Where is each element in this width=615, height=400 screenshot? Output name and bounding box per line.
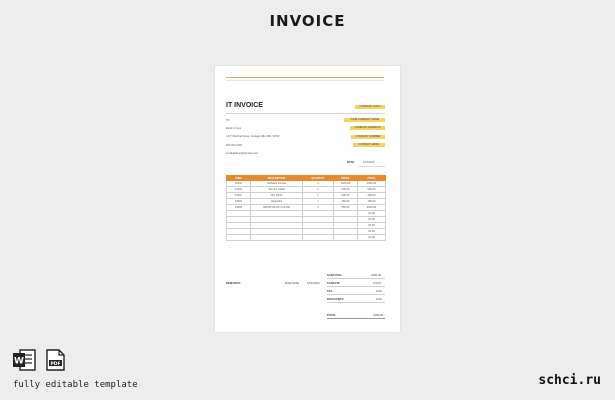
discount-rule [327, 302, 385, 303]
due-date-label: DUE DATE [285, 281, 299, 285]
editable-caption: fully editable template [13, 380, 138, 390]
date-underline [359, 166, 385, 167]
table-cell [250, 234, 303, 241]
subtotal-label: SUBTOTAL [327, 273, 342, 277]
subtotal-value: 4150.00 [371, 273, 382, 277]
due-date-value: 1/01/2020 [307, 281, 320, 285]
taxrate-value: 0.00% [373, 281, 381, 285]
company-logo-placeholder: COMPANY LOGO [355, 105, 385, 110]
tax-label: TAX [327, 289, 333, 293]
date-label: DATE: [347, 161, 355, 164]
total-rule [327, 318, 385, 319]
tax-value: 0.00 [376, 289, 382, 293]
client-address: 1377 Marshal Street, Cottage Hills, MO, … [226, 135, 280, 138]
company-email-field: COMPANY EMAIL [353, 143, 385, 148]
to-label: TO: [226, 119, 231, 122]
client-email: emailaddress@domain.com [226, 152, 259, 155]
table-cell [226, 234, 251, 241]
subtotal-rule [327, 278, 385, 279]
header-rule [226, 80, 384, 81]
discount-value: 0.00 [376, 297, 382, 301]
total-value: 4150.00 [373, 313, 384, 317]
brand-watermark: schci.ru [538, 373, 601, 388]
table-row: 00.00 [226, 234, 386, 241]
pdf-document-icon: PDF [46, 349, 65, 371]
company-number-field: COMPANY NUMBER [351, 135, 385, 140]
invoice-title: IT INVOICE [226, 102, 263, 109]
company-address-field: COMPANY ADDRESS [350, 126, 385, 131]
word-icon-letter: W [14, 357, 24, 367]
discount-label: DISCOUNTS [327, 297, 344, 301]
pdf-icon-text: PDF [50, 361, 60, 367]
taxrate-rule [327, 286, 385, 287]
total-label: TOTAL [327, 313, 337, 317]
table-cell [333, 234, 358, 241]
invoice-sheet: IT INVOICE COMPANY LOGO TO: YOUR COMPANY… [215, 66, 400, 332]
word-document-icon: W [13, 349, 36, 371]
items-table: ITEM DESCRIPTION QUANTITY PRICE TOTAL 10… [226, 175, 386, 241]
remarks-label: REMARKS: [226, 281, 242, 285]
client-name: Elrod F. Foss [226, 127, 242, 130]
date-value: 1/01/2020 [363, 161, 375, 164]
company-name-field: YOUR COMPANY NAME [344, 118, 385, 123]
table-cell [302, 234, 334, 241]
header-accent-rule [226, 77, 384, 78]
page-title: INVOICE [269, 12, 346, 30]
title-divider [226, 113, 385, 114]
tax-rule [327, 294, 385, 295]
client-phone: 000-000-0000 [226, 144, 243, 147]
taxrate-label: TAXRATE [327, 281, 340, 285]
table-cell: 00.00 [357, 234, 386, 241]
